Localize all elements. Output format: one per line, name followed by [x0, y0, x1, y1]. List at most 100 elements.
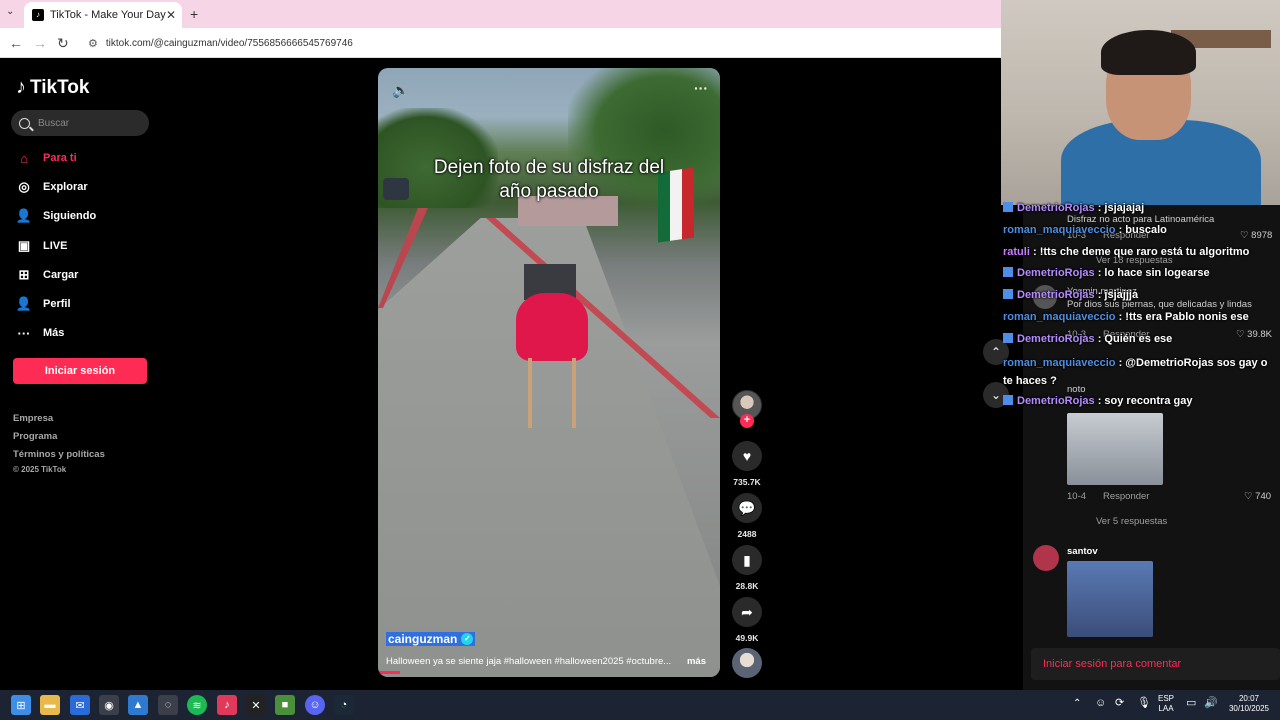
volume-tray-icon[interactable]: 🔊 — [1204, 698, 1218, 709]
caption-line: Dejen foto de su disfraz del — [433, 157, 665, 178]
microphone-icon[interactable]: 🎙 — [1137, 698, 1151, 709]
chrome-icon[interactable]: ◉ — [99, 695, 119, 715]
discord-tray-icon[interactable]: ☺ — [1095, 698, 1106, 709]
comment-image[interactable] — [1067, 413, 1163, 485]
video-frame-costume-skirt — [516, 293, 588, 361]
file-explorer-icon[interactable]: ▬ — [40, 695, 60, 715]
commenter-name[interactable]: santov — [1067, 546, 1098, 557]
language-code: ESP — [1158, 694, 1175, 703]
chat-message: DemetrioRojas : Quién es ese — [1003, 332, 1280, 347]
share-count: 49.9K — [735, 633, 759, 643]
tiktok-app-icon[interactable]: ♪ — [217, 695, 237, 715]
minecraft-icon[interactable]: ■ — [275, 695, 295, 715]
chat-message: DemetrioRojas : soy recontra gay — [1003, 394, 1280, 409]
reply-link[interactable]: Responder — [1103, 491, 1149, 502]
video-author[interactable]: cainguzman ✓ — [386, 632, 476, 646]
site-info-icon[interactable]: ⚙ — [88, 37, 98, 50]
video-player[interactable]: 🔈 ··· Dejen foto de su disfraz del año p… — [378, 68, 720, 677]
back-icon[interactable]: ← — [9, 35, 23, 51]
display-icon[interactable]: ▭ — [1186, 698, 1196, 709]
steam-icon[interactable]: ◔ — [334, 695, 354, 715]
chat-message: DemetrioRojas : lo hace sin logearse — [1003, 266, 1280, 281]
capcut-icon[interactable]: ✕ — [246, 695, 266, 715]
chat-message: roman_maquiaveccio : !tts era Pablo noni… — [1003, 310, 1280, 325]
language-indicator[interactable]: ESP LAA — [1158, 694, 1174, 714]
tiktok-logo[interactable]: ♪ TikTok — [16, 76, 89, 99]
share-button[interactable]: ➦ — [732, 597, 762, 627]
address-bar[interactable]: ⚙ tiktok.com/@cainguzman/video/755685666… — [80, 32, 995, 54]
photos-icon[interactable]: ▲ — [128, 695, 148, 715]
sidebar-item-siguiendo[interactable]: 👤 Siguiendo — [15, 205, 165, 227]
chevron-down-icon: ⌄ — [990, 388, 1002, 402]
sidebar-item-live[interactable]: ▣ LIVE — [15, 235, 165, 257]
chat-text: : lo hace sin logearse — [1097, 267, 1210, 279]
search-input[interactable]: Buscar — [11, 110, 149, 136]
obs-icon[interactable]: ◌ — [158, 695, 178, 715]
video-progress-bar[interactable] — [378, 671, 400, 674]
like-button[interactable]: ♥ — [732, 441, 762, 471]
sidebar-item-perfil[interactable]: 👤 Perfil — [15, 293, 165, 315]
keyboard-layout: LAA — [1158, 704, 1174, 713]
chat-user: roman_maquiaveccio — [1003, 357, 1116, 369]
video-frame-car — [383, 178, 409, 200]
footer-link-programa[interactable]: Programa — [13, 431, 57, 442]
footer-link-terminos[interactable]: Términos y políticas — [13, 449, 105, 460]
chevron-up-icon: ⌃ — [990, 345, 1002, 359]
comment-login-prompt[interactable]: Iniciar sesión para comentar — [1031, 648, 1280, 680]
close-tab-icon[interactable]: ✕ — [166, 8, 176, 22]
profile-icon: 👤 — [15, 296, 33, 311]
commenter-avatar[interactable] — [1033, 545, 1059, 571]
verified-icon: ✓ — [461, 633, 474, 645]
video-description: Halloween ya se siente jaja #halloween #… — [386, 656, 716, 667]
more-icon: ··· — [17, 325, 31, 341]
forward-icon[interactable]: → — [33, 35, 47, 51]
search-placeholder: Buscar — [38, 117, 70, 129]
view-replies-link[interactable]: Ver 5 respuestas — [1096, 516, 1167, 527]
url-text: tiktok.com/@cainguzman/video/75568566665… — [105, 37, 353, 49]
chat-message: DemetrioRojas : jsjajjja — [1003, 288, 1280, 303]
chat-message: roman_maquiaveccio : @DemetrioRojas sos … — [1003, 354, 1280, 390]
follow-plus-icon[interactable]: + — [740, 414, 754, 428]
save-button[interactable]: ▮ — [732, 545, 762, 575]
reload-icon[interactable]: ↻ — [57, 35, 69, 52]
sidebar-item-explorar[interactable]: ◎ Explorar — [15, 176, 165, 198]
spotify-icon[interactable]: ≋ — [187, 695, 207, 715]
tiktok-note-icon: ♪ — [16, 76, 26, 98]
sidebar-item-mas[interactable]: ··· Más — [15, 322, 165, 344]
comment-button[interactable]: 💬 — [732, 493, 762, 523]
sidebar-item-label: LIVE — [43, 240, 68, 252]
clock-date: 30/10/2025 — [1228, 704, 1270, 713]
live-icon: ▣ — [17, 238, 31, 253]
browser-tab[interactable]: ♪ TikTok - Make Your Day ✕ — [24, 2, 182, 28]
footer-link-empresa[interactable]: Empresa — [13, 413, 53, 424]
more-link[interactable]: más — [687, 656, 706, 667]
sidebar-item-para-ti[interactable]: ⌂ Para ti — [15, 147, 165, 169]
share-icon: ➦ — [741, 603, 753, 620]
new-tab-icon[interactable]: + — [190, 6, 198, 22]
heart-icon: ♥ — [742, 448, 752, 464]
clock[interactable]: 20:07 30/10/2025 — [1226, 694, 1272, 714]
chat-text: : jsjajjja — [1097, 289, 1139, 301]
sync-tray-icon[interactable]: ⟳ — [1115, 698, 1124, 709]
tray-overflow-icon[interactable]: ⌃ — [1073, 699, 1081, 709]
comment-likes[interactable]: ♡ 740 — [1244, 491, 1271, 502]
tab-title: TikTok - Make Your Day — [50, 9, 166, 21]
webcam-person-hair — [1101, 30, 1196, 75]
like-count: 735.7K — [733, 477, 761, 487]
start-icon[interactable]: ⊞ — [11, 695, 31, 715]
video-options-icon[interactable]: ··· — [694, 80, 708, 96]
music-avatar[interactable] — [732, 648, 762, 678]
comment-count: 2488 — [737, 529, 757, 539]
chat-message: ratuli : !tts che deme que raro está tu … — [1003, 245, 1280, 260]
volume-icon[interactable]: 🔈 — [392, 82, 409, 99]
tab-search-icon[interactable]: ⌄ — [6, 6, 14, 17]
login-button[interactable]: Iniciar sesión — [13, 358, 147, 384]
chat-user: ratuli — [1003, 246, 1030, 258]
video-frame-legs — [528, 358, 576, 428]
comment-image[interactable] — [1067, 561, 1153, 637]
logo-text: TikTok — [30, 76, 90, 98]
outlook-icon[interactable]: ✉ — [70, 695, 90, 715]
sidebar-item-cargar[interactable]: ⊞ Cargar — [15, 264, 165, 286]
chat-user: DemetrioRojas — [1017, 289, 1095, 301]
discord-icon[interactable]: ☺ — [305, 695, 325, 715]
